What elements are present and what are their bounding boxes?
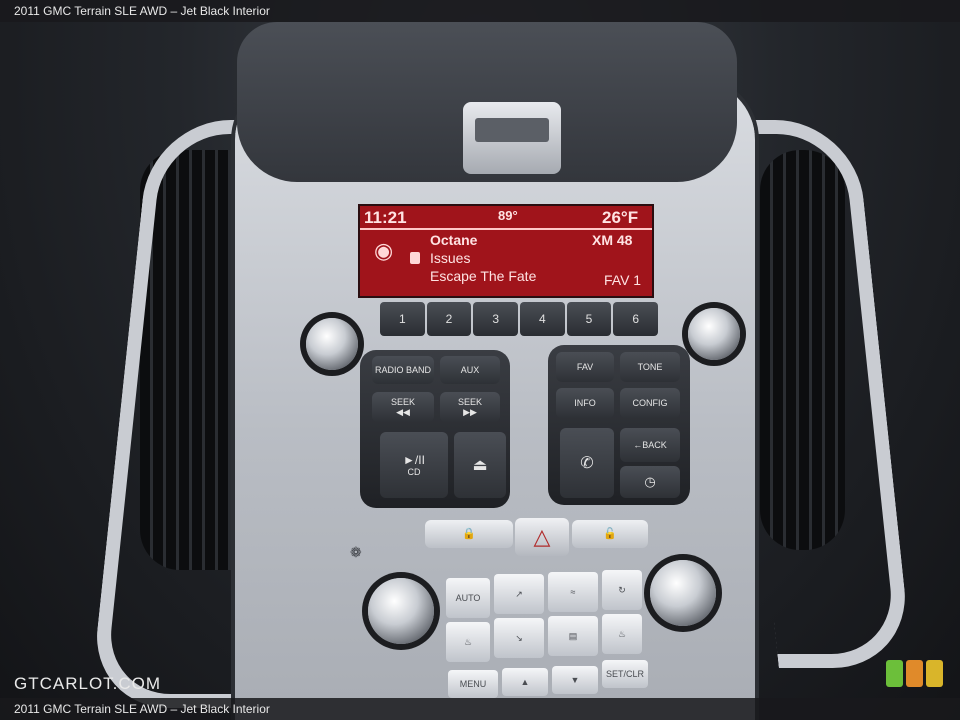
preset-3-button[interactable]: 3 bbox=[473, 302, 519, 336]
seat-heat-right-icon: ♨ bbox=[617, 628, 627, 639]
car-dashboard-photo: 11:21 89° 26°F ◉ Octane XM 48 Issues Esc… bbox=[0, 0, 960, 720]
phone-icon: ✆ bbox=[580, 455, 594, 472]
display-favorite: FAV 1 bbox=[604, 272, 642, 288]
aux-label: AUX bbox=[460, 365, 480, 375]
clock-button[interactable]: ◷ bbox=[620, 466, 680, 498]
top-caption-bar: 2011 GMC Terrain SLE AWD – Jet Black Int… bbox=[0, 0, 960, 22]
down-button[interactable]: ▼ bbox=[552, 666, 598, 694]
unlock-icon: 🔓 bbox=[603, 528, 617, 540]
up-button[interactable]: ▲ bbox=[502, 668, 548, 696]
xm-radio-icon: ◉ bbox=[374, 238, 394, 263]
seat-heat-left-button[interactable]: ♨ bbox=[446, 622, 490, 662]
display-channel: XM 48 bbox=[592, 232, 633, 248]
tone-button[interactable]: TONE bbox=[620, 352, 680, 382]
watermark-orange-square bbox=[906, 660, 923, 687]
auto-label: AUTO bbox=[455, 593, 481, 603]
info-button[interactable]: INFO bbox=[556, 388, 614, 418]
watermark-yellow-square bbox=[926, 660, 943, 687]
play-pause-label: ►/II bbox=[403, 453, 425, 467]
auto-button[interactable]: AUTO bbox=[446, 578, 490, 618]
down-arrow-icon: ▼ bbox=[570, 675, 580, 685]
set-clr-label: SET/CLR bbox=[605, 669, 644, 679]
eject-button[interactable]: ⏏ bbox=[454, 432, 506, 498]
floor-mode-icon: ↘ bbox=[515, 632, 523, 643]
menu-label: MENU bbox=[459, 679, 487, 689]
display-outside-temp: 26°F bbox=[602, 208, 639, 227]
seek-back-icon: ◀◀ bbox=[396, 406, 410, 417]
preset-6-button[interactable]: 6 bbox=[613, 302, 659, 336]
back-button[interactable]: ←BACK bbox=[620, 428, 680, 462]
menu-button[interactable]: MENU bbox=[448, 670, 498, 698]
radio-display: 11:21 89° 26°F ◉ Octane XM 48 Issues Esc… bbox=[358, 204, 654, 298]
rear-defrost-button[interactable]: ▤ bbox=[548, 616, 598, 656]
seek-back-label: SEEK bbox=[390, 396, 415, 407]
vent-mode-button[interactable]: ↗ bbox=[494, 574, 544, 614]
preset-4-button[interactable]: 4 bbox=[520, 302, 565, 336]
up-arrow-icon: ▲ bbox=[520, 677, 530, 687]
config-button[interactable]: CONFIG bbox=[620, 388, 680, 418]
unlock-button[interactable]: 🔓 bbox=[572, 520, 648, 548]
display-time: 11:21 bbox=[364, 208, 407, 227]
recirculate-icon: ↻ bbox=[618, 584, 626, 595]
site-watermark: GTCARLOT.COM bbox=[14, 674, 162, 693]
back-label: ←BACK bbox=[633, 440, 667, 450]
tone-label: TONE bbox=[637, 362, 663, 372]
phone-mute-button[interactable]: ✆ bbox=[560, 428, 614, 498]
defrost-icon: ≈ bbox=[570, 587, 576, 597]
display-inside-temp: 89° bbox=[498, 208, 518, 223]
display-divider bbox=[360, 228, 652, 230]
watermark-green-square bbox=[886, 660, 903, 687]
eject-icon: ⏏ bbox=[472, 457, 488, 474]
play-pause-cd-button[interactable]: ►/II CD bbox=[380, 432, 448, 498]
seek-forward-icon: ▶▶ bbox=[463, 406, 477, 417]
display-artist: Issues bbox=[430, 250, 471, 266]
top-caption: 2011 GMC Terrain SLE AWD – Jet Black Int… bbox=[14, 4, 270, 18]
fan-power-knob[interactable] bbox=[368, 578, 434, 644]
fav-button[interactable]: FAV bbox=[556, 352, 614, 382]
seek-forward-button[interactable]: SEEK ▶▶ bbox=[440, 392, 500, 422]
hazard-button[interactable]: △ bbox=[515, 518, 569, 556]
display-song: Escape The Fate bbox=[430, 268, 537, 284]
bottom-caption: 2011 GMC Terrain SLE AWD – Jet Black Int… bbox=[14, 702, 270, 716]
seat-heat-right-button[interactable]: ♨ bbox=[602, 614, 642, 654]
floor-mode-button[interactable]: ↘ bbox=[494, 618, 544, 658]
preset-1-button[interactable]: 1 bbox=[380, 302, 425, 336]
temperature-knob[interactable] bbox=[650, 560, 716, 626]
clock-icon: ◷ bbox=[644, 474, 656, 489]
config-label: CONFIG bbox=[632, 398, 668, 408]
defrost-button[interactable]: ≈ bbox=[548, 572, 598, 612]
aux-button[interactable]: AUX bbox=[440, 356, 500, 384]
storage-latch[interactable] bbox=[463, 102, 561, 174]
cd-label: CD bbox=[407, 467, 421, 477]
volume-power-knob[interactable] bbox=[306, 318, 358, 370]
fan-icon: ❁ bbox=[350, 544, 362, 560]
radio-band-button[interactable]: RADIO BAND bbox=[372, 356, 434, 384]
set-clr-button[interactable]: SET/CLR bbox=[602, 660, 648, 688]
bottom-caption-bar: 2011 GMC Terrain SLE AWD – Jet Black Int… bbox=[0, 698, 960, 720]
fav-label: FAV bbox=[576, 362, 594, 372]
artist-icon bbox=[410, 252, 420, 264]
preset-5-button[interactable]: 5 bbox=[566, 302, 612, 336]
preset-2-button[interactable]: 2 bbox=[426, 302, 472, 336]
preset-row: 1 2 3 4 5 6 bbox=[380, 302, 660, 336]
rear-defrost-icon: ▤ bbox=[568, 630, 578, 641]
seek-forward-label: SEEK bbox=[457, 396, 482, 407]
tune-menu-knob[interactable] bbox=[688, 308, 740, 360]
lock-button[interactable]: 🔒 bbox=[425, 520, 513, 548]
recirculate-button[interactable]: ↻ bbox=[602, 570, 642, 610]
display-station: Octane bbox=[430, 232, 478, 248]
hazard-icon: △ bbox=[533, 524, 551, 549]
lock-icon: 🔒 bbox=[462, 528, 476, 540]
vent-mode-icon: ↗ bbox=[515, 588, 523, 599]
seat-heat-icon: ♨ bbox=[463, 636, 473, 647]
seek-back-button[interactable]: SEEK ◀◀ bbox=[372, 392, 434, 422]
info-label: INFO bbox=[574, 398, 596, 408]
radio-band-label: RADIO BAND bbox=[374, 365, 431, 375]
